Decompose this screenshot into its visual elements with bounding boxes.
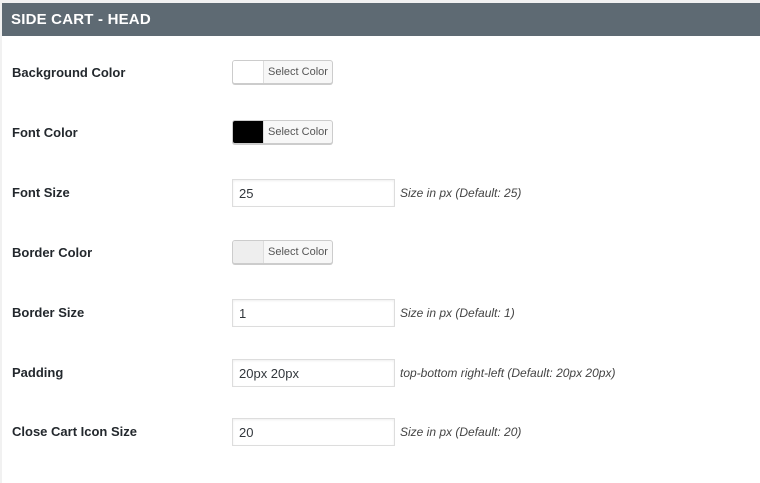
padding-label: Padding [12,365,64,380]
row-background-color: Background Color Select Color [2,59,760,87]
font-size-input[interactable] [232,179,395,207]
section-header: SIDE CART - HEAD [2,3,760,36]
background-color-picker[interactable]: Select Color [232,60,333,84]
settings-panel: SIDE CART - HEAD Background Color Select… [2,3,760,483]
border-color-picker[interactable]: Select Color [232,240,333,264]
row-border-color: Border Color Select Color [2,239,760,267]
select-color-label: Select Color [268,66,328,78]
padding-input[interactable] [232,359,395,387]
border-size-hint: Size in px (Default: 1) [400,306,515,320]
row-font-size: Font Size Size in px (Default: 25) [2,179,760,207]
font-size-hint: Size in px (Default: 25) [400,186,522,200]
close-icon-size-hint: Size in px (Default: 20) [400,425,522,439]
border-color-label: Border Color [12,245,93,260]
padding-hint: top-bottom right-left (Default: 20px 20p… [400,366,616,380]
font-color-picker[interactable]: Select Color [232,120,333,144]
select-color-label: Select Color [268,246,328,258]
border-color-swatch [233,241,264,263]
background-color-swatch [233,61,264,83]
select-color-label: Select Color [268,126,328,138]
font-color-label: Font Color [12,125,78,140]
background-color-label: Background Color [12,65,126,80]
font-size-label: Font Size [12,185,70,200]
close-icon-size-input[interactable] [232,418,395,446]
row-border-size: Border Size Size in px (Default: 1) [2,299,760,327]
row-font-color: Font Color Select Color [2,119,760,147]
border-size-label: Border Size [12,305,85,320]
row-close-icon-size: Close Cart Icon Size Size in px (Default… [2,418,760,446]
border-size-input[interactable] [232,299,395,327]
font-color-swatch [233,121,264,143]
close-icon-size-label: Close Cart Icon Size [12,424,137,439]
row-padding: Padding top-bottom right-left (Default: … [2,359,760,387]
